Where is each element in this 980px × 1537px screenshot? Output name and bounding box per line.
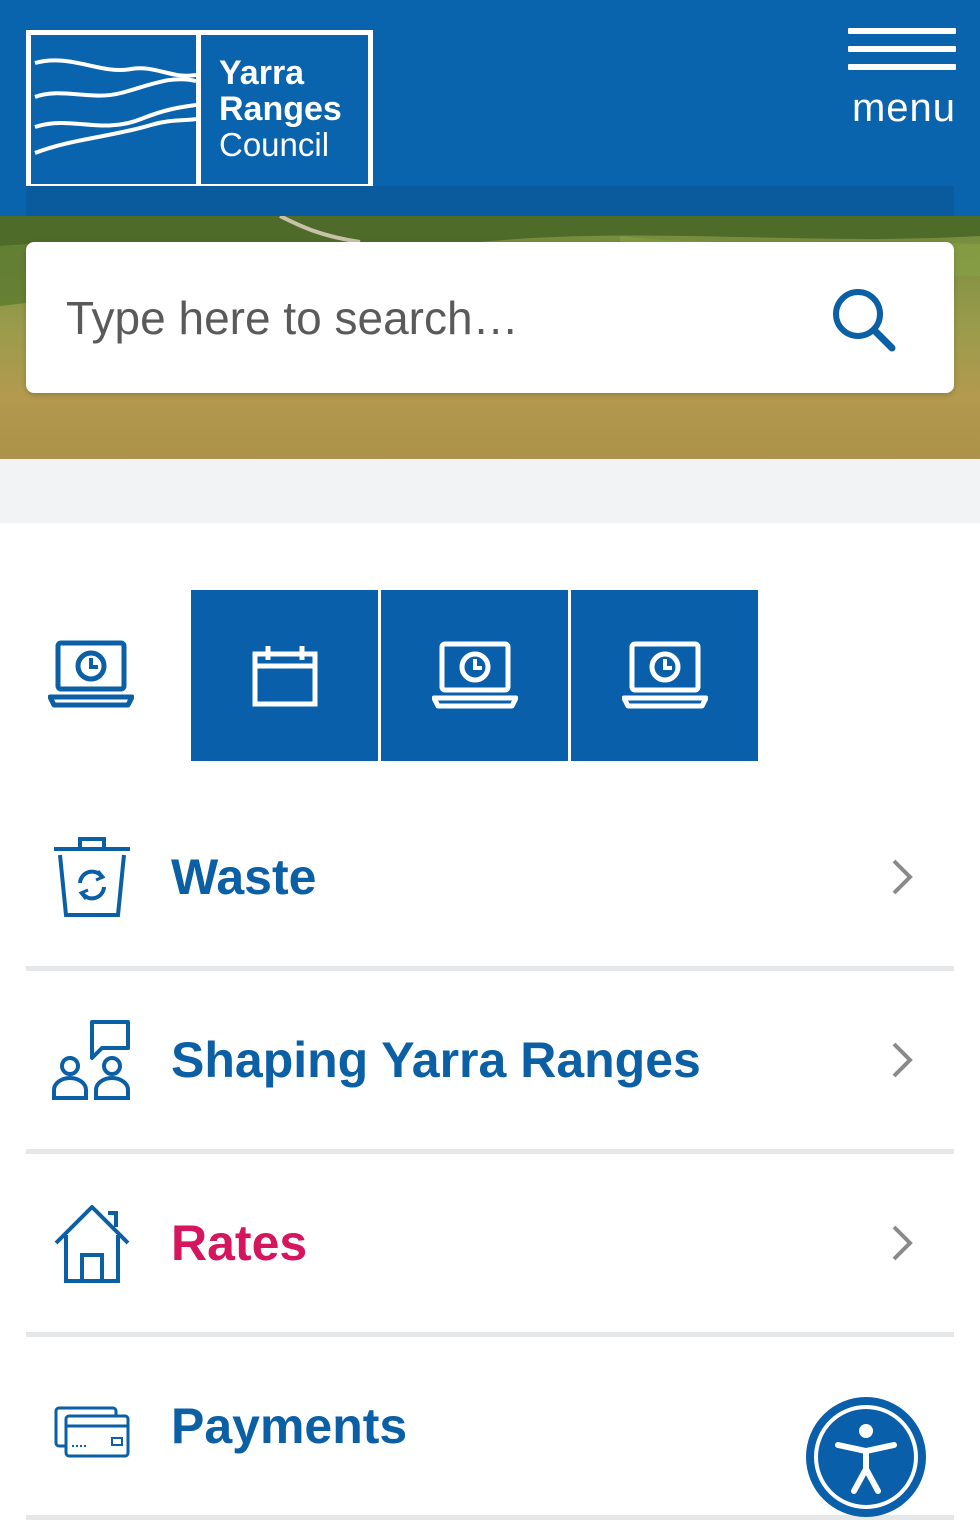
chevron-right-icon — [892, 859, 913, 895]
search-bar — [26, 242, 954, 393]
quick-link-online-service-3[interactable] — [571, 590, 758, 761]
list-item-label: Rates — [171, 1215, 308, 1271]
payment-cards-icon — [54, 1406, 130, 1458]
list-item-shaping-yarra-ranges[interactable]: Shaping Yarra Ranges — [26, 971, 954, 1154]
laptop-clock-icon — [48, 640, 134, 708]
hamburger-icon-bar — [848, 64, 956, 70]
house-icon — [54, 1205, 130, 1283]
quick-link-online-services[interactable] — [26, 590, 156, 760]
hamburger-icon-bar — [848, 46, 956, 52]
section-divider-band — [0, 459, 980, 523]
laptop-clock-icon — [621, 641, 708, 708]
community-chat-icon — [52, 1020, 130, 1100]
menu-button[interactable]: menu — [848, 28, 956, 132]
logo-line-2: Ranges — [219, 90, 342, 128]
council-logo[interactable]: Yarra Ranges Council — [26, 30, 373, 189]
search-input[interactable] — [66, 282, 806, 354]
quick-link-tiles — [191, 590, 758, 761]
calendar-icon — [252, 645, 317, 706]
list-item-label: Waste — [171, 849, 317, 905]
logo-line-3: Council — [219, 126, 330, 163]
logo-line-1: Yarra — [219, 54, 305, 92]
list-item-rates[interactable]: Rates — [26, 1154, 954, 1337]
header-shadow-strip — [26, 186, 954, 216]
hills-logo-icon — [31, 35, 201, 184]
list-item-label: Shaping Yarra Ranges — [171, 1032, 701, 1088]
list-item-waste[interactable]: Waste — [26, 788, 954, 971]
accessibility-icon — [814, 1405, 918, 1509]
accessibility-button[interactable] — [806, 1397, 926, 1517]
recycle-bin-icon — [54, 837, 130, 917]
quick-link-calendar[interactable] — [191, 590, 378, 761]
quick-link-online-service-2[interactable] — [381, 590, 568, 761]
list-item-label: Payments — [171, 1398, 408, 1454]
site-header: Yarra Ranges Council menu — [0, 0, 980, 216]
chevron-right-icon — [892, 1225, 913, 1261]
logo-wordmark: Yarra Ranges Council — [201, 35, 368, 184]
chevron-right-icon — [892, 1042, 913, 1078]
search-icon[interactable] — [830, 286, 898, 354]
laptop-clock-icon — [431, 641, 518, 708]
menu-label: menu — [851, 86, 956, 130]
hamburger-icon — [848, 28, 956, 34]
